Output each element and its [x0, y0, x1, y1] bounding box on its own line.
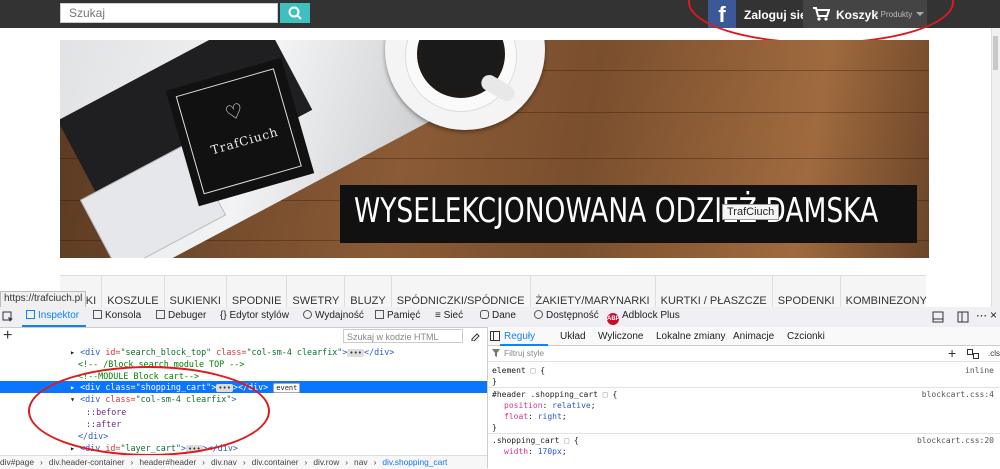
tab-fonts[interactable]: Czcionki [787, 331, 825, 342]
breadcrumb-separator: › [130, 457, 134, 467]
category-nav-item[interactable]: SPÓDNICZKI/SPÓDNICE [392, 276, 531, 308]
debugger-icon [156, 310, 165, 319]
tooltip: TrafCiuch [722, 204, 780, 220]
search-input[interactable] [60, 3, 278, 23]
tab-debugger[interactable]: Debuger [156, 310, 206, 321]
breadcrumb-item[interactable]: div.header-container [49, 457, 125, 467]
breadcrumb: div#page › div.header-container › header#hea… [0, 455, 487, 469]
tab-memory[interactable]: Pamięć [375, 310, 420, 321]
breadcrumb-separator: › [345, 457, 349, 467]
breadcrumb-item[interactable]: nav [354, 457, 368, 467]
tab-console[interactable]: Konsola [93, 310, 141, 321]
tab-network[interactable]: ≡ Sieć [435, 310, 463, 321]
rule-selector[interactable]: #header .shopping_cart □ { [492, 389, 617, 400]
logo-text: TrafCiuch [209, 124, 281, 158]
tab-layout[interactable]: Układ [560, 331, 586, 342]
breadcrumb-separator: › [40, 457, 43, 467]
inspector-icon [26, 310, 35, 319]
tab-inspector[interactable]: Inspektor [26, 310, 79, 321]
rule-source[interactable]: inline [965, 365, 994, 376]
heart-icon: ♡ [222, 99, 247, 126]
breadcrumb-separator: › [304, 457, 308, 467]
accessibility-icon [534, 310, 543, 319]
close-icon[interactable]: × [990, 308, 997, 322]
tab-performance[interactable]: Wydajność [303, 310, 364, 321]
red-annotation-ellipse [688, 0, 954, 44]
tab-changes[interactable]: Lokalne zmiany [656, 331, 725, 342]
memory-icon [375, 310, 384, 319]
sidebar-toggle-icon[interactable] [490, 331, 500, 341]
category-nav-item[interactable]: SPODENKI [773, 276, 841, 308]
active-tab-indicator [22, 325, 86, 327]
pane-splitter[interactable] [487, 327, 488, 468]
tab-storage[interactable]: Dane [480, 310, 516, 321]
page-scrollbar-thumb[interactable] [993, 36, 998, 70]
rule-declaration[interactable]: width: 170px; [504, 446, 567, 457]
element-picker-icon[interactable] [2, 311, 14, 323]
category-nav-item[interactable]: KOMBINEZONY [841, 276, 926, 308]
style-filter-input[interactable]: Filtruj style [504, 348, 544, 358]
rule-source[interactable]: blockcart.css:4 [922, 389, 994, 400]
category-nav-item[interactable]: ŻAKIETY/MARYNARKI [531, 276, 656, 308]
category-nav-item[interactable]: SPODNIE [227, 276, 288, 308]
console-icon [93, 310, 102, 319]
breadcrumb-separator: › [373, 457, 377, 467]
storage-icon [480, 310, 489, 319]
tab-adblock[interactable]: ABP Adblock Plus [607, 310, 680, 325]
breadcrumb-item[interactable]: div.nav [211, 457, 237, 467]
rule-source[interactable]: blockcart.css:20 [917, 435, 994, 446]
tab-computed[interactable]: Wyliczone [598, 331, 643, 342]
dock-icon[interactable] [932, 311, 944, 323]
breadcrumb-item[interactable]: div.row [313, 457, 339, 467]
hero-banner[interactable]: ♡ TrafCiuch WYSELEKCJONOWANA ODZIEŻ DAMS… [60, 40, 929, 258]
pseudo-class-icon[interactable] [967, 349, 979, 359]
event-badge[interactable]: event [273, 383, 301, 393]
rule-selector[interactable]: element □ { [492, 365, 545, 376]
network-icon: ≡ [435, 310, 444, 321]
rule-close: } [492, 423, 497, 432]
breadcrumb-item[interactable]: header#header [139, 457, 196, 467]
rule-declaration[interactable]: position: relative; [504, 400, 596, 411]
more-options-icon[interactable]: ⋯ [976, 309, 987, 322]
category-nav-item[interactable]: KOSZULE [102, 276, 165, 308]
code-line[interactable]: ▸ <div id="search_block_top" class="col-… [70, 346, 394, 358]
tab-accessibility[interactable]: Dostępność [534, 310, 599, 321]
cls-toggle[interactable]: .cls [988, 349, 1000, 358]
category-nav-item[interactable]: SWETRY [287, 276, 346, 308]
banner-tagline: WYSELEKCJONOWANA ODZIEŻ DAMSKA [354, 191, 879, 231]
tab-rules[interactable]: Reguły [504, 331, 535, 342]
search-button[interactable] [280, 3, 310, 23]
red-annotation-ellipse [28, 366, 270, 456]
breadcrumb-item[interactable]: div.container [252, 457, 299, 467]
breadcrumb-item[interactable]: div.shopping_cart [382, 457, 447, 467]
rule-selector[interactable]: .shopping_cart □ { [492, 435, 579, 446]
breadcrumb-item[interactable]: div#page [0, 457, 34, 467]
category-nav-item[interactable]: SUKIENKI [165, 276, 227, 308]
rule-declaration[interactable]: float: right; [504, 411, 567, 422]
breadcrumb-separator: › [242, 457, 246, 467]
breadcrumb-separator: › [202, 457, 205, 467]
tab-style-editor[interactable]: {} Edytor stylów [220, 310, 289, 321]
add-rule-icon[interactable]: + [948, 345, 956, 361]
active-tab-indicator [500, 344, 548, 346]
adblock-icon: ABP [607, 313, 620, 325]
category-nav: LUZKIKOSZULESUKIENKISPODNIESWETRYBLUZYSP… [60, 275, 926, 309]
filter-icon [492, 347, 500, 361]
rule-close: } [492, 377, 497, 386]
category-nav-item[interactable]: KURTKI / PŁASZCZE [656, 276, 773, 308]
search-icon [288, 6, 302, 20]
split-console-icon[interactable] [957, 311, 969, 323]
eyedropper-icon[interactable] [470, 330, 481, 341]
add-node-icon[interactable]: + [3, 327, 12, 345]
category-nav-item[interactable]: BLUZY [345, 276, 392, 308]
performance-icon [303, 310, 312, 319]
status-url: https://trafciuch.pl [0, 291, 87, 308]
html-search-input[interactable]: Szukaj w kodzie HTML [343, 329, 463, 343]
tab-animations[interactable]: Animacje [733, 331, 774, 342]
